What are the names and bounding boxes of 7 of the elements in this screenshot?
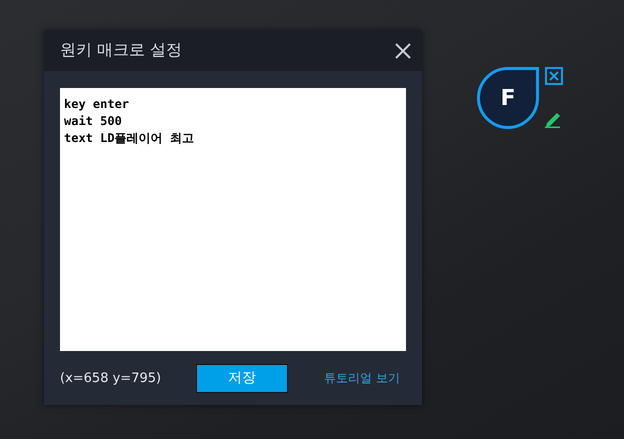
close-icon[interactable]: [545, 67, 563, 85]
dialog-title: 원키 매크로 설정: [60, 40, 182, 61]
coordinates-text: (x=658 y=795): [60, 370, 162, 386]
tutorial-link[interactable]: 튜토리얼 보기: [324, 370, 400, 386]
key-marker[interactable]: F: [477, 67, 539, 129]
close-icon[interactable]: [394, 42, 412, 60]
script-editor[interactable]: key enter wait 500 text LD플레이어 최고: [60, 88, 406, 351]
